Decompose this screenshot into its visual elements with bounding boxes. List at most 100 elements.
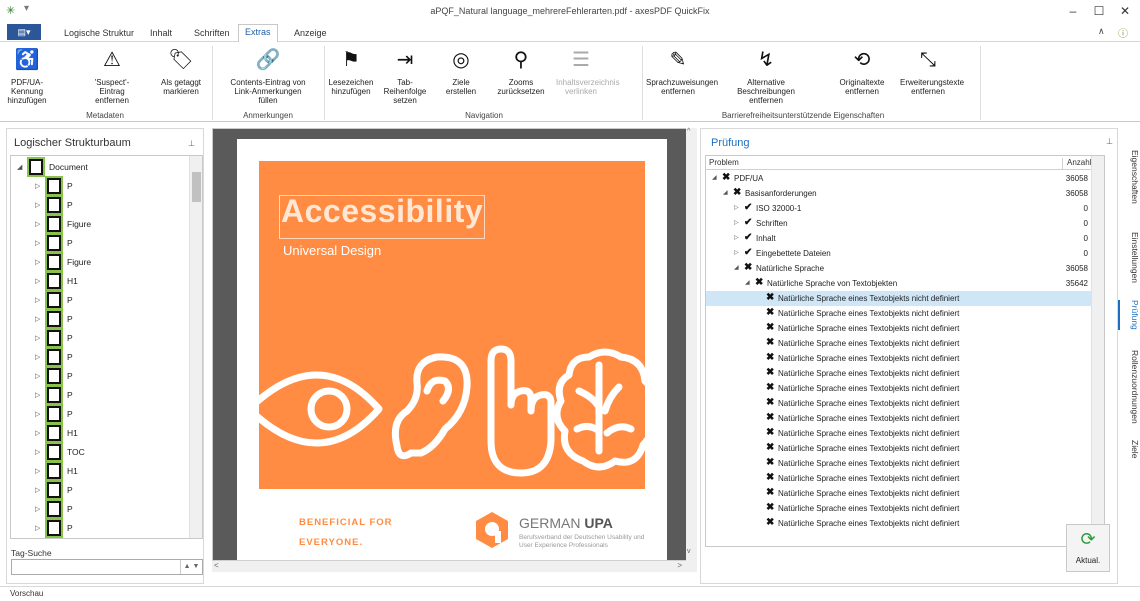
expand-arrow-icon[interactable]: ▷ — [35, 505, 40, 513]
viewer-horizontal-scrollbar[interactable]: < > — [212, 560, 686, 572]
collapse-arrow-icon[interactable]: ◢ — [745, 279, 750, 286]
refresh-button[interactable]: ⟳ Aktual. — [1066, 524, 1110, 572]
tag-search-input[interactable]: ▲ ▼ — [11, 559, 203, 575]
tab-logische-struktur[interactable]: Logische Struktur — [58, 26, 140, 42]
collapse-arrow-icon[interactable]: ◢ — [734, 264, 739, 271]
ribbon-button-alt-remove[interactable]: ↯ Alternative Beschreibungen entfernen — [722, 46, 810, 105]
expand-arrow-icon[interactable]: ▷ — [35, 220, 40, 228]
side-tab-einstellungen[interactable]: Einstellungen — [1118, 232, 1140, 283]
file-menu-button[interactable]: ▤▾ — [7, 24, 41, 40]
column-problem[interactable]: Problem — [709, 158, 739, 167]
expand-arrow-icon[interactable]: ▷ — [35, 372, 40, 380]
tree-node[interactable]: ▷ P — [11, 405, 191, 424]
expand-arrow-icon[interactable]: ▷ — [35, 353, 40, 361]
tree-node[interactable]: ▷ P — [11, 177, 191, 196]
expand-arrow-icon[interactable]: ▷ — [35, 467, 40, 475]
tree-node[interactable]: ▷ P — [11, 519, 191, 538]
ribbon-button-tab-order[interactable]: ⇥ Tab-Reihenfolge setzen — [380, 46, 430, 105]
expand-arrow-icon[interactable]: ▷ — [35, 315, 40, 323]
tree-node[interactable]: ▷ H1 — [11, 462, 191, 481]
side-tab-prüfung[interactable]: Prüfung — [1118, 300, 1140, 330]
check-row[interactable]: ✖ Natürliche Sprache eines Textobjekts ni… — [706, 441, 1092, 456]
check-row[interactable]: ✖ Natürliche Sprache eines Textobjekts ni… — [706, 306, 1092, 321]
expand-arrow-icon[interactable]: ▷ — [35, 391, 40, 399]
tree-node[interactable]: ▷ H1 — [11, 272, 191, 291]
expand-arrow-icon[interactable]: ▷ — [35, 448, 40, 456]
expand-arrow-icon[interactable]: ▷ — [35, 524, 40, 532]
expand-arrow-icon[interactable]: ▷ — [35, 429, 40, 437]
expand-arrow-icon[interactable]: ▷ — [35, 410, 40, 418]
tag-search-spinner[interactable]: ▲ ▼ — [180, 560, 202, 574]
ribbon-button-accessibility[interactable]: ♿ PDF/UA-Kennung hinzufügen — [2, 46, 52, 105]
ribbon-button-link[interactable]: 🔗 Contents-Eintrag von Link-Anmerkungen f… — [226, 46, 310, 105]
close-button[interactable]: ✕ — [1114, 2, 1136, 20]
expand-arrow-icon[interactable]: ▷ — [734, 249, 739, 256]
tree-node[interactable]: ▷ Figure — [11, 253, 191, 272]
collapse-arrow-icon[interactable]: ◢ — [17, 163, 22, 171]
tree-node[interactable]: ▷ Figure — [11, 215, 191, 234]
check-row[interactable]: ▷ ✔ Schriften 0 — [706, 216, 1092, 231]
tree-node[interactable]: ▷ P — [11, 329, 191, 348]
expand-arrow-icon[interactable]: ▷ — [35, 201, 40, 209]
ribbon-button-tag-mark[interactable]: 🏷 Als getaggt markieren — [158, 46, 204, 96]
check-row[interactable]: ▷ ✔ Eingebettete Dateien 0 — [706, 246, 1092, 261]
ribbon-button-bookmark[interactable]: ⚑ Lesezeichen hinzufügen — [328, 46, 374, 96]
viewer-vertical-scrollbar[interactable]: ^ v — [686, 128, 697, 572]
expand-arrow-icon[interactable]: ▷ — [35, 334, 40, 342]
check-row[interactable]: ✖ Natürliche Sprache eines Textobjekts ni… — [706, 456, 1092, 471]
maximize-button[interactable]: ☐ — [1088, 2, 1110, 20]
check-row[interactable]: ✖ Natürliche Sprache eines Textobjekts ni… — [706, 321, 1092, 336]
pin-icon[interactable]: ⊥ — [188, 139, 195, 148]
document-viewer[interactable]: Accessibility Universal Design BENEFICIA… — [212, 128, 696, 579]
check-row[interactable]: ✖ Natürliche Sprache eines Textobjekts ni… — [706, 486, 1092, 501]
pin-icon[interactable]: ⊥ — [1106, 137, 1113, 146]
collapse-arrow-icon[interactable]: ◢ — [723, 189, 728, 196]
check-row[interactable]: ✖ Natürliche Sprache eines Textobjekts ni… — [706, 291, 1092, 306]
column-count[interactable]: Anzahl — [1062, 158, 1094, 170]
ribbon-button-suspect-remove[interactable]: ⚠ 'Suspect'-Eintrag entfernen — [86, 46, 138, 105]
help-icon[interactable]: ⓘ — [1118, 25, 1128, 40]
tree-node[interactable]: ◢ Document — [11, 158, 191, 177]
expand-arrow-icon[interactable]: ▷ — [35, 182, 40, 190]
tab-extras[interactable]: Extras — [238, 24, 278, 43]
tree-node[interactable]: ▷ P — [11, 367, 191, 386]
ribbon-button-zoom[interactable]: ⚲ Zooms zurücksetzen — [494, 46, 548, 96]
check-row[interactable]: ✖ Natürliche Sprache eines Textobjekts ni… — [706, 381, 1092, 396]
expand-arrow-icon[interactable]: ▷ — [734, 204, 739, 211]
grid-scrollbar[interactable] — [1091, 156, 1104, 546]
tree-node[interactable]: ▷ P — [11, 310, 191, 329]
check-row[interactable]: ◢ ✖ PDF/UA 36058 — [706, 171, 1092, 186]
check-row[interactable]: ✖ Natürliche Sprache eines Textobjekts ni… — [706, 471, 1092, 486]
tree-node[interactable]: ▷ P — [11, 234, 191, 253]
check-row[interactable]: ✖ Natürliche Sprache eines Textobjekts ni… — [706, 336, 1092, 351]
check-row[interactable]: ◢ ✖ Natürliche Sprache 36058 — [706, 261, 1092, 276]
collapse-ribbon-icon[interactable]: ∧ — [1098, 26, 1105, 37]
expand-arrow-icon[interactable]: ▷ — [35, 486, 40, 494]
check-row[interactable]: ▷ ✔ ISO 32000-1 0 — [706, 201, 1092, 216]
tree-node[interactable]: ▷ P — [11, 348, 191, 367]
expand-arrow-icon[interactable]: ▷ — [734, 234, 739, 241]
tree-node[interactable]: ▷ P — [11, 291, 191, 310]
check-row[interactable]: ✖ Natürliche Sprache eines Textobjekts ni… — [706, 516, 1092, 531]
check-row[interactable]: ✖ Natürliche Sprache eines Textobjekts ni… — [706, 396, 1092, 411]
expand-arrow-icon[interactable]: ▷ — [35, 239, 40, 247]
tab-schriften[interactable]: Schriften — [188, 26, 236, 42]
expand-arrow-icon[interactable]: ▷ — [734, 219, 739, 226]
tree-node[interactable]: ▷ P — [11, 386, 191, 405]
check-row[interactable]: ✖ Natürliche Sprache eines Textobjekts ni… — [706, 366, 1092, 381]
tree-node[interactable]: ▷ H1 — [11, 424, 191, 443]
ribbon-button-toc-link[interactable]: ☰ Inhaltsverzeichnis verlinken — [556, 46, 620, 96]
ribbon-button-expansion-text-remove[interactable]: ⤡ Erweiterungstexte entfernen — [900, 46, 964, 96]
expand-arrow-icon[interactable]: ▷ — [35, 277, 40, 285]
check-row[interactable]: ✖ Natürliche Sprache eines Textobjekts ni… — [706, 351, 1092, 366]
expand-arrow-icon[interactable]: ▷ — [35, 296, 40, 304]
expand-arrow-icon[interactable]: ▷ — [35, 258, 40, 266]
check-row[interactable]: ▷ ✔ Inhalt 0 — [706, 231, 1092, 246]
check-row[interactable]: ◢ ✖ Natürliche Sprache von Textobjekten 356… — [706, 276, 1092, 291]
tree-node[interactable]: ▷ P — [11, 196, 191, 215]
check-row[interactable]: ✖ Natürliche Sprache eines Textobjekts ni… — [706, 501, 1092, 516]
tab-anzeige[interactable]: Anzeige — [288, 26, 333, 42]
minimize-button[interactable]: – — [1062, 2, 1084, 20]
side-tab-ziele[interactable]: Ziele — [1118, 440, 1140, 458]
side-tab-rollenzuordnungen[interactable]: Rollenzuordnungen — [1118, 350, 1140, 424]
